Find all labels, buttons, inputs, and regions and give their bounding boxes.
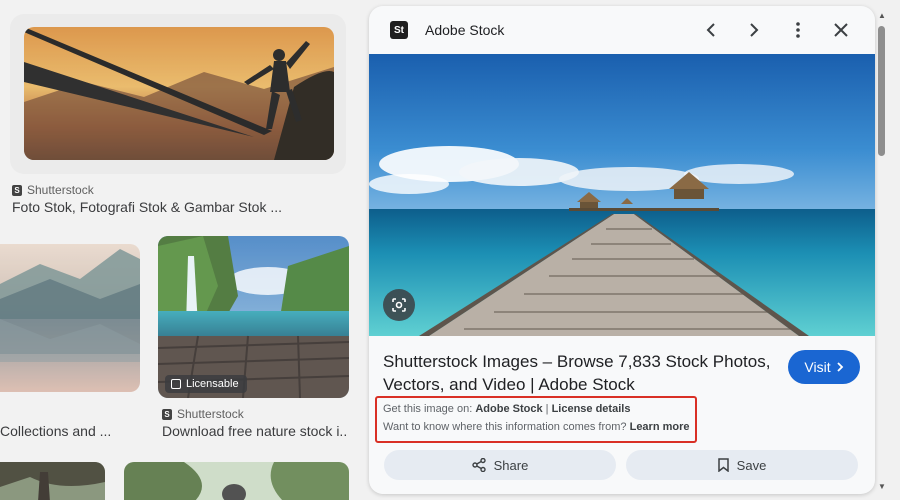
scroll-down-icon[interactable]: ▼ [877, 481, 887, 491]
licensable-label: Licensable [186, 378, 239, 390]
more-options-button[interactable] [786, 18, 810, 42]
forest-photo [124, 462, 349, 500]
image-credit-line: Get this image on: Adobe Stock | License… [383, 403, 630, 415]
next-button[interactable] [742, 18, 766, 42]
result-image-tree[interactable] [0, 462, 105, 500]
chevron-right-icon [836, 362, 843, 372]
visit-label: Visit [804, 359, 831, 375]
licensable-badge: Licensable [165, 375, 247, 393]
result-image-sunset[interactable] [24, 27, 334, 160]
share-label: Share [493, 457, 529, 473]
result-title[interactable]: Download free nature stock i... [162, 423, 347, 439]
lens-search-button[interactable] [383, 289, 415, 321]
share-button[interactable]: Share [384, 450, 616, 480]
shutterstock-icon: S [12, 184, 22, 196]
nature-photo [158, 236, 349, 398]
sunset-photo [24, 27, 334, 160]
credit-source-link[interactable]: Adobe Stock [475, 403, 542, 415]
result-source-name: Shutterstock [27, 183, 94, 197]
panel-title[interactable]: Shutterstock Images – Browse 7,833 Stock… [383, 350, 783, 396]
info-question: Want to know where this information come… [383, 421, 627, 433]
bookmark-icon [717, 458, 729, 472]
save-button[interactable]: Save [626, 450, 858, 480]
visit-button[interactable]: Visit [788, 350, 860, 384]
save-label: Save [736, 457, 767, 473]
result-title[interactable]: Foto Stok, Fotografi Stok & Gambar Stok … [12, 199, 342, 215]
result-source[interactable]: S Shutterstock [12, 183, 94, 197]
result-image-lake[interactable] [0, 244, 140, 392]
previous-button[interactable] [699, 18, 723, 42]
lens-icon [392, 298, 406, 312]
credit-separator: | [545, 403, 549, 415]
info-source-line: Want to know where this information come… [383, 421, 690, 433]
shutterstock-icon: S [162, 408, 172, 420]
image-search-page: S Shutterstock Foto Stok, Fotografi Stok… [0, 0, 900, 500]
result-title[interactable]: Collections and ... [0, 423, 120, 439]
close-button[interactable] [829, 18, 853, 42]
panel-header: St Adobe Stock [369, 6, 875, 54]
site-name[interactable]: Adobe Stock [425, 22, 504, 38]
chevron-right-icon [750, 23, 759, 37]
adobe-stock-logo-icon: St [390, 21, 408, 39]
tree-photo [0, 462, 105, 500]
close-icon [834, 23, 848, 37]
scrollbar-thumb[interactable] [878, 26, 885, 156]
image-preview-panel: St Adobe Stock Shutterstock Images – Bro… [369, 6, 875, 494]
more-vert-icon [796, 22, 800, 38]
preview-image[interactable] [369, 54, 875, 336]
learn-more-link[interactable]: Learn more [630, 421, 690, 433]
lake-photo [0, 244, 140, 392]
result-source-name: Shutterstock [177, 407, 244, 421]
result-image-forest[interactable] [124, 462, 349, 500]
license-icon [171, 379, 181, 389]
pier-beach-photo [369, 54, 875, 336]
license-details-link[interactable]: License details [552, 403, 631, 415]
credit-prefix: Get this image on: [383, 403, 473, 415]
share-icon [471, 458, 486, 472]
result-source[interactable]: S Shutterstock [162, 407, 244, 421]
scroll-up-icon[interactable]: ▲ [877, 10, 887, 20]
chevron-left-icon [706, 23, 715, 37]
result-image-nature[interactable] [158, 236, 349, 398]
